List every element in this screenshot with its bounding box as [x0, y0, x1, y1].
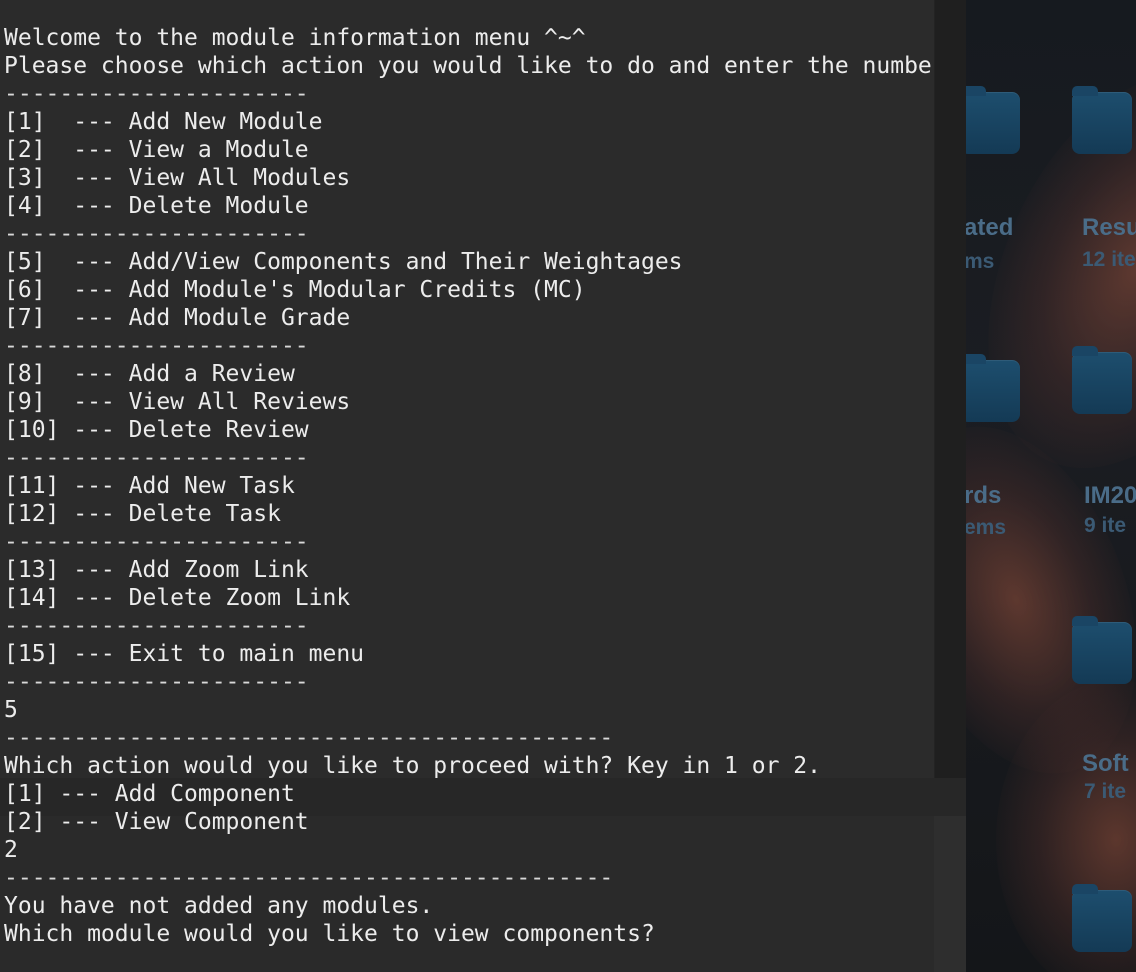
separator: ----------------------	[4, 529, 309, 555]
menu-option-8: [8] --- Add a Review	[4, 361, 295, 387]
desktop-item-name[interactable]: rds	[966, 482, 1001, 510]
folder-icon[interactable]	[1072, 884, 1132, 952]
question-text: Which action would you like to proceed w…	[4, 753, 821, 778]
separator: ----------------------	[4, 221, 309, 247]
desktop-item-name[interactable]: Soft	[1082, 750, 1129, 778]
desktop-item-count: ems	[966, 516, 1007, 539]
menu-option-13: [13] --- Add Zoom Link	[4, 557, 309, 583]
terminal-output-continued[interactable]: [1] --- Add Component [2] --- View Compo…	[0, 778, 966, 972]
folder-icon[interactable]	[966, 354, 1020, 422]
desktop-item-count: 12 ite	[1082, 248, 1136, 271]
user-input: 5	[4, 697, 18, 723]
menu-option-5: [5] --- Add/View Components and Their We…	[4, 249, 683, 275]
final-prompt-text: Which module would you like to view comp…	[4, 921, 655, 947]
desktop-background: ated ms Resu 12 ite rds ems IM20 9 ite S…	[966, 0, 1136, 972]
menu-option-4: [4] --- Delete Module	[4, 193, 309, 219]
menu-option-15: [15] --- Exit to main menu	[4, 641, 365, 667]
menu-option-2: [2] --- View a Module	[4, 137, 309, 163]
separator: ----------------------	[4, 445, 309, 471]
sub-option-1: [1] --- Add Component	[4, 781, 295, 807]
folder-icon[interactable]	[1072, 86, 1132, 154]
separator: ----------------------	[4, 333, 309, 359]
terminal-side-pane	[934, 816, 966, 972]
separator-long: ----------------------------------------…	[4, 725, 614, 751]
user-input: 2	[4, 837, 18, 863]
folder-icon[interactable]	[1072, 346, 1132, 414]
separator: ----------------------	[4, 81, 309, 107]
menu-option-9: [9] --- View All Reviews	[4, 389, 351, 415]
prompt-text: Please choose which action you would lik…	[4, 53, 935, 79]
menu-option-14: [14] --- Delete Zoom Link	[4, 585, 351, 611]
terminal-window[interactable]: Welcome to the module information menu ^…	[0, 0, 935, 778]
desktop-item-count: 9 ite	[1084, 514, 1127, 537]
desktop-item-count: 7 ite	[1084, 780, 1127, 803]
menu-option-1: [1] --- Add New Module	[4, 109, 323, 135]
desktop-item-name[interactable]: Resu	[1082, 214, 1136, 242]
message-text: You have not added any modules.	[4, 893, 434, 919]
folder-icon[interactable]	[1072, 616, 1132, 684]
separator: ----------------------	[4, 613, 309, 639]
desktop-item-name[interactable]: IM20	[1084, 482, 1136, 510]
separator: ----------------------	[4, 669, 309, 695]
menu-option-10: [10] --- Delete Review	[4, 417, 309, 443]
menu-option-11: [11] --- Add New Task	[4, 473, 295, 499]
menu-option-12: [12] --- Delete Task	[4, 501, 281, 527]
menu-option-7: [7] --- Add Module Grade	[4, 305, 351, 331]
welcome-text: Welcome to the module information menu ^…	[4, 25, 586, 51]
menu-option-6: [6] --- Add Module's Modular Credits (MC…	[4, 277, 586, 303]
desktop-item-name[interactable]: ated	[966, 214, 1013, 242]
menu-option-3: [3] --- View All Modules	[4, 165, 351, 191]
folder-icon[interactable]	[966, 86, 1020, 154]
separator-long: ----------------------------------------…	[4, 865, 614, 891]
desktop-item-count: ms	[966, 250, 995, 273]
sub-option-2: [2] --- View Component	[4, 809, 309, 835]
